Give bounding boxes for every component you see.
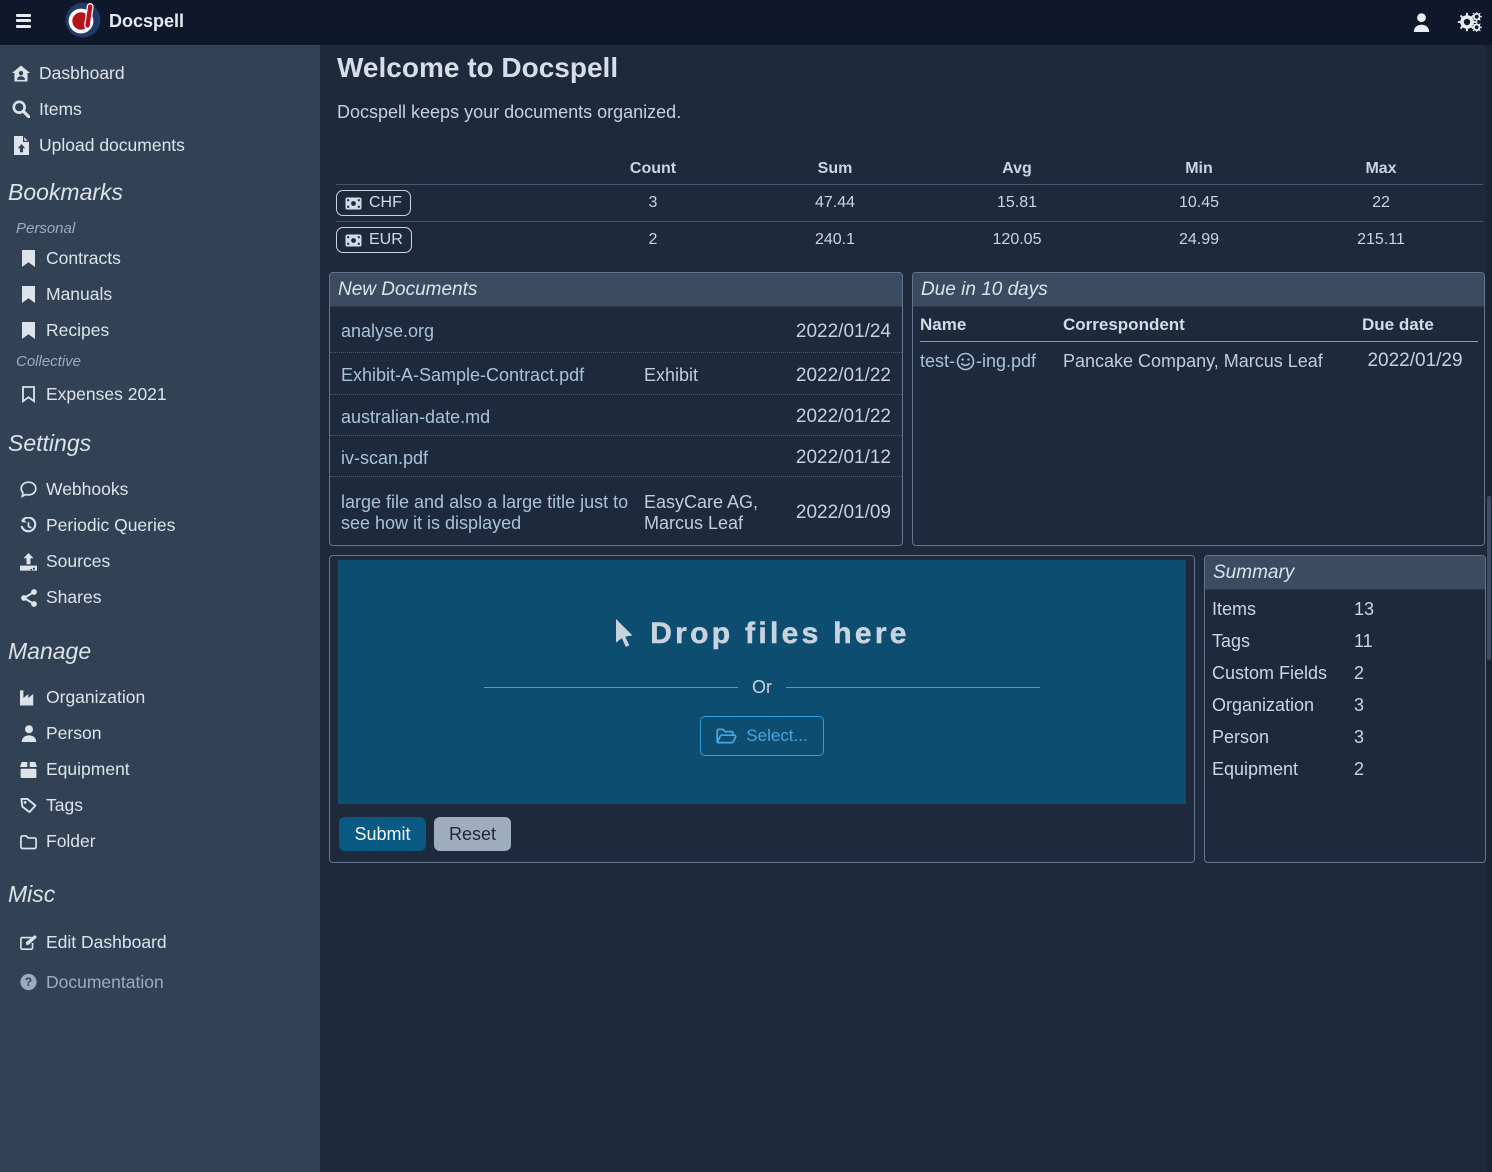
svg-text:?: ? xyxy=(25,975,32,989)
